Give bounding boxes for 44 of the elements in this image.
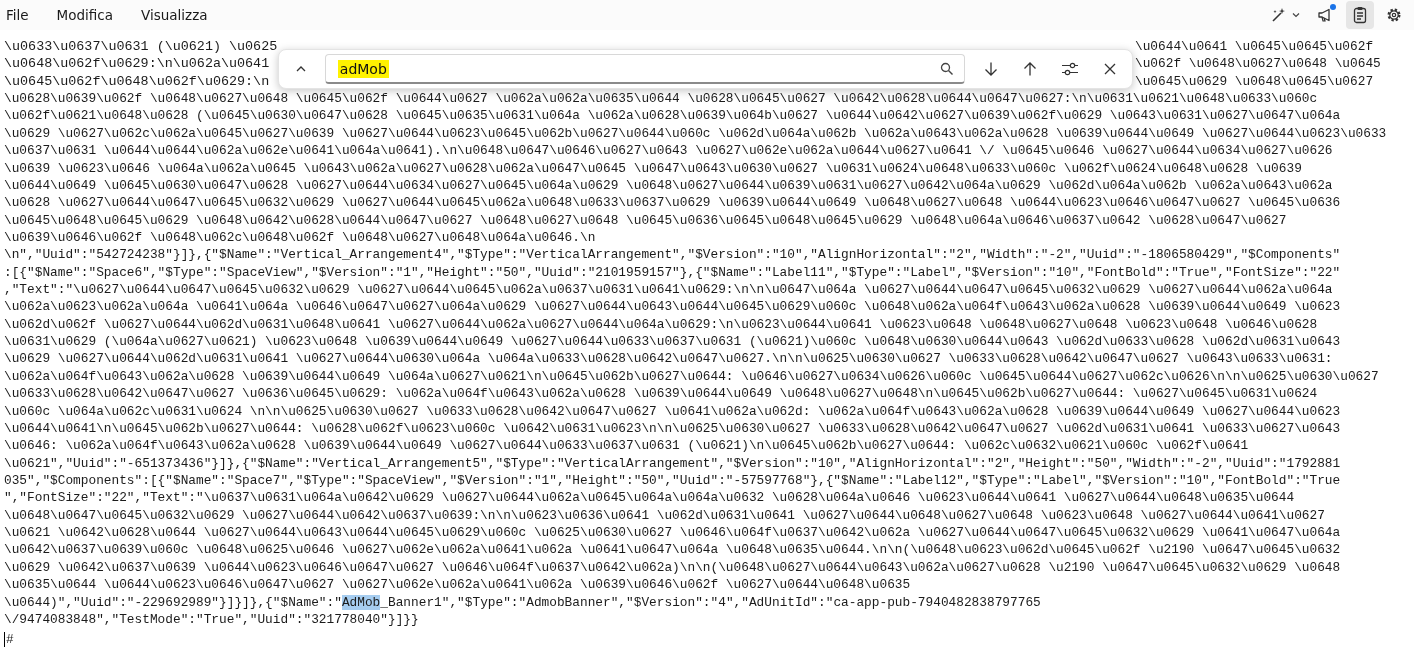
- text-line: \n","Uuid":"542724238"}]},{"$Name":"Vertical_Arrangement4","$Type":"VerticalArrangement","$Version":"10","AlignHorizontal":"2","Width":"-2","Uuid":"-1806580429","$Components": [4, 246, 1342, 264]
- text-line: \u0648\u062f\u0629:\n\u062a\u0641: [4, 55, 271, 73]
- text-line: \u0628 \u0627\u0644\u0647\u0645\u0632\u0629 \u0627\u0644\u0645\u062a\u0648\u0633\u0637\u0629 \u0639\u0644\u0649 \u0648\u0627\u0648 \u0644\u0623\u0646\u0647\u0627 \u0645\u0636: [4, 194, 1342, 212]
- text-line: ","FontSize":"22","Text":"\u0637\u0631\u064a\u0642\u0629 \u0627\u0644\u062a\u0645\u064a\u064a\u0632 \u0628\u064a\u0646 \u0623\u0644\u0641 \u0627\u0644\u0648\u0635\u0644: [4, 489, 1296, 507]
- text-line: \u0644\u0649 \u0645\u0630\u0647\u0628 \u0627\u0644\u0634\u0627\u0645\u064a\u0629 \u0648\u0627\u0644\u0639\u0631\u0627\u0642\u064a\u0629 \u062d\u064a\u062b \u062a\u0643\u062a: [4, 176, 1334, 195]
- text-line: \u062f \u0648\u0627\u0648 \u0645: [1135, 55, 1382, 73]
- text-line: \u062a\u0623\u062a\u064a \u0641\u064a \u0646\u0647\u0627\u064a\u0629 \u0627\u0644\u0643\u0644\u0645\u0629\u060c \u0648\u062a\u064f\u0643\u062a\u0628 \u0639\u0644\u0649 \u0623: [4, 298, 1342, 316]
- text-line: _Banner1","$Type":"AdmobBanner","$Version":"4","AdUnitId":"ca-app-pub-7940482838797765: [380, 594, 1041, 610]
- menu-item[interactable]: Visualizza: [127, 3, 222, 27]
- text-line: \u0644\u0641\n\u0645\u062b\u0627\u0644: \u0628\u062f\u0623\u060c \u0642\u0631\u0623\n\n\u0625\u0630\u0627 \u0633\u0628\u0642\u0647\u0627 \u062d\u0631\u0641 \u0633\u0627\u0643: [4, 419, 1342, 438]
- text-line: \u0628\u0639\u062f \u0648\u0627\u0648 \u0645\u062f \u0644\u0627 \u062a\u062a\u0635\u0644 \u0628\u0645\u0627 \u0642\u0628\u0644\u0647\u0627:\n\u0631\u0621\u0648\u0633\u060c: [4, 90, 1319, 108]
- text-line: \u0639\u0646\u062f \u0648\u062c\u0648\u062f \u0648\u0627\u0648\u064a\u0646.\n: [4, 228, 597, 247]
- text-line: \u062d\u062f \u0627\u0644\u062d\u0631\u0648\u0641 \u0627\u0644\u062a\u0627\u0644\u064a\u0629:\n\u0623\u0644\u0641 \u0623\u0648 \u0648\u0627\u0648 \u0623\u0648 \u0646\u0628: [4, 315, 1319, 334]
- text-line: \u0631\u0629 (\u064a\u0627\u0621) \u0623\u0648 \u0639\u0644\u0649 \u0627\u0644\u0633\u0637\u0631 (\u0621)\u060c \u0648\u0630\u0644\u0643 \u062d\u0633\u0628 \u062d\u0631\u0643: [4, 333, 1342, 351]
- text-line: \u0637\u0631 \u0644\u0644\u062a\u062e\u0641\u064a\u0641).\n\u0648\u0647\u0646\u0627\u0643 \u0627\u062e\u062a\u0644\u0627\u0641 \/ \u0645\u0646 \u0627\u0644\u0634\u0627\u0626: [4, 142, 1334, 160]
- text-line: \u062a\u064f\u0643\u062a\u0628 \u0639\u0644\u0649 \u064a\u0627\u0621\n\u0645\u062b\u0627\u0644: \u0646\u0627\u0634\u0626\u060c \u0645\u0644\u0627\u062c\u0626\n\n\u0625\u0630\u0627: [4, 367, 1380, 386]
- text-line: \u0645\u0629 \u0648\u0645\u0627: [1135, 72, 1375, 91]
- text-line: 035","$Components":[{"$Name":"Space7","$Type":"SpaceView","$Version":"1","Height":"50","Uuid":"-57597768"},{"$Name":"Label12","$Type":"Label","$Version":"10","FontBold":"True: [4, 472, 1342, 490]
- text-line: \u0644)","Uuid":"-229692989"}]}]},{"$Name":": [4, 594, 342, 610]
- text-line: \u0645\u0648\u0645\u0629 \u0648\u0642\u0628\u0644\u0647\u0627 \u0648\u0627\u0648 \u0645\u0636\u0645\u0648\u0645\u0629 \u0648\u064a\u0646\u0637\u0642 \u0628\u0647\u0627: [4, 211, 1288, 229]
- text-line: \u0645\u062f\u0648\u062f\u0629:\n: [4, 72, 271, 91]
- text-line: \u0646: \u062a\u064f\u0643\u062a\u0628 \u0639\u0644\u0649 \u0627\u0644\u0633\u0637\u0631 (\u0621)\n\u0645\u062b\u0627\u0644: \u062c\u0632\u0621\u060c \u062f\u0641: [4, 437, 1250, 455]
- search-field[interactable]: adMob: [324, 54, 965, 84]
- text-line: \u060c \u064a\u062c\u0631\u0624 \n\n\u0625\u0630\u0627 \u0633\u0628\u0642\u0647\u0627 \u0641\u062a\u062d: \u062a\u064f\u0643\u062a\u0628 \u0639\u0644\u0649 \u0627\u0644\u0623: [4, 402, 1342, 420]
- text-line: \u0644\u0641 \u0645\u0645\u062f: [1135, 38, 1375, 56]
- text-line: \u062f\u0621\u0648\u0628 (\u0645\u0630\u0647\u0628 \u0645\u0635\u0631\u064a \u062a\u0628\u0639\u064b\u0627 \u0644\u0642\u0627\u0639\u062f\u0629 \u0643\u0631\u0627\u0647\u064a: [4, 107, 1342, 125]
- text-line: :[{"$Name":"Space6","$Type":"SpaceView","$Version":"1","Height":"50","Uuid":"2101959157"},{"$Name":"Label11","$Type":"Label","$Version":"10","FontBold":"True","FontSize":"22": [4, 263, 1342, 282]
- text-line: ,"Text":"\u0627\u0644\u0647\u0645\u0632\u0629 \u0627\u0644\u0645\u062a\u0637\u0631\u0641\u0629:\n\n\u0647\u064a \u0627\u0644\u0647\u0645\u0632\u0629 \u0627\u0644\u062a\u064a: [4, 281, 1334, 299]
- text-line: \u0621","Uuid":"-651373436"}]},{"$Name":"Vertical_Arrangement5","$Type":"VerticalArrangement","$Version":"10","AlignHorizontal":"2","Height":"50","Width":"-2","Uuid":"1792881: [4, 454, 1342, 472]
- menu-item[interactable]: File: [0, 3, 43, 27]
- text-line: \u0642\u0637\u0639\u060c \u0648\u0625\u0646 \u0627\u062e\u062a\u0641\u062a \u0641\u0647\u064a \u0648\u0635\u0644.\n\n(\u0648\u0623\u062d\u0645\u062f \u2190 \u0647\u0645\u0632: [4, 541, 1342, 559]
- text-line: \u0621 \u0642\u0628\u0644 \u0627\u0644\u0643\u0644\u0645\u0629\u060c \u0625\u0630\u0627 \u0646\u064f\u0637\u0642\u062a \u0627\u0644\u0647\u0645\u0632\u0629 \u0641\u0647\u064a: [4, 524, 1342, 542]
- text-line: \u0639 \u0623\u0646 \u064a\u062a\u0645 \u0643\u062a\u0627\u0628\u062a\u0647\u0645 \u0647\u0643\u0630\u0627 \u0631\u0624\u0648\u0633\u060c \u062f\u0624\u0648\u0628 \u0639: [4, 159, 1303, 177]
- text-line: \u0633\u0637\u0631 (\u0621) \u0625: [4, 38, 278, 56]
- text-line: \u0629 \u0642\u0637\u0639 \u0644\u0623\u0646\u0647\u0627 \u0646\u064f\u0637\u0642\u062a)\n\n(\u0648\u0627\u0644\u0643\u062a\u0627\u0628 \u2190 \u0647\u0645\u0632\u0629 \u0648: [4, 558, 1342, 577]
- text-line: \u0648\u0647\u0645\u0632\u0629 \u0627\u0644\u0642\u0637\u0639:\n\n\u0623\u0636\u0641 \u062d\u0631\u0641 \u0627\u0644\u0648\u0627\u0648 \u0623\u0648 \u0627\u0644\u0641\u0627: [4, 506, 1326, 525]
- text-line: \u0629 \u0627\u062c\u062a\u0645\u0627\u0639 \u0627\u0644\u0623\u0645\u062b\u0627\u0644\u060c \u062d\u064a\u062b \u062a\u0643\u062a\u0628 \u0639\u0644\u0649 \u0627\u0644\u0623\u0633: [4, 124, 1388, 143]
- text-line: \u0633\u0628\u0642\u0647\u0627 \u0636\u0645\u0629: \u062a\u064f\u0643\u062a\u0628 \u0639\u0644\u0649 \u0648\u0627\u0648\n\u0645\u062b\u0627\u0644: \u0627\u0645\u0631\u0624: [4, 385, 1319, 403]
- search-match: AdMob: [341, 594, 381, 610]
- menu-item[interactable]: Modifica: [42, 3, 128, 27]
- text-line: #: [6, 631, 14, 649]
- text-line: \u0635\u0644 \u0644\u0623\u0646\u0647\u0627 \u0627\u062e\u062a\u0641\u062a \u0639\u0646\u062f \u0627\u0644\u0648\u0635: [4, 576, 912, 594]
- text-line: \/9474083848","TestMode":"True","Uuid":"321778040"}]}}: [4, 610, 420, 629]
- text-line: \u0629 \u0627\u0644\u062d\u0631\u0641 \u0627\u0644\u0630\u064a \u064a\u0633\u0628\u0642\u0647\u0627.\n\n\u0625\u0630\u0627 \u0633\u0628\u0642\u0647\u0627 \u0643\u0633\u0631:: [4, 350, 1334, 368]
